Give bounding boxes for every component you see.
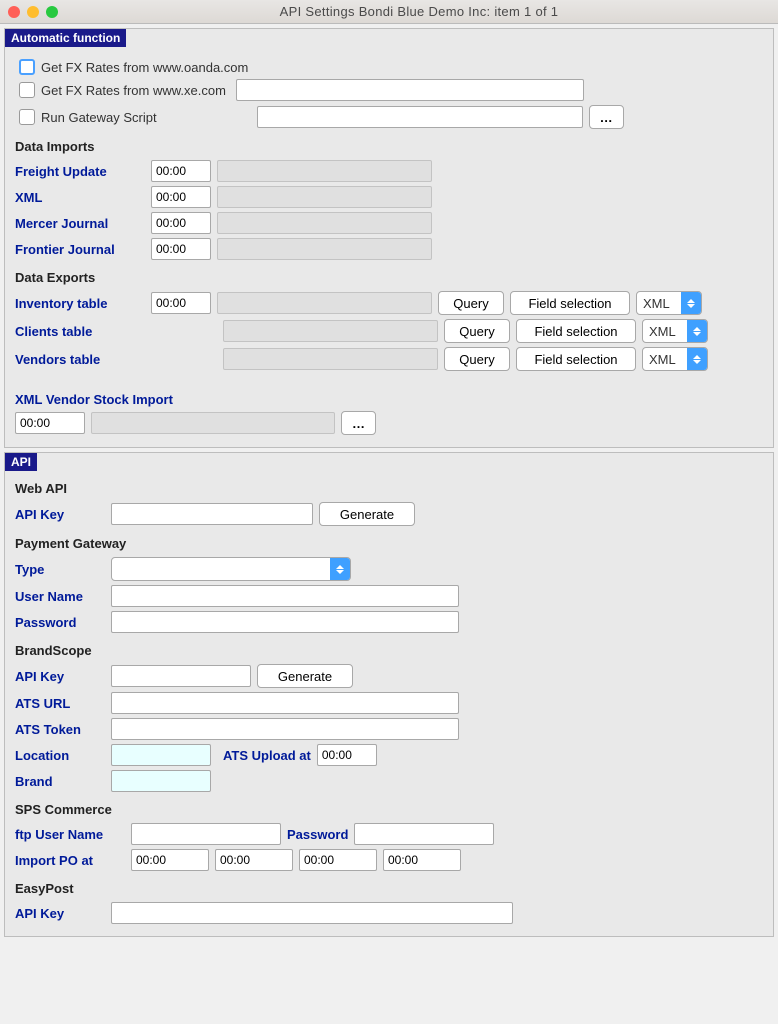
data-exports-title: Data Exports bbox=[15, 270, 763, 285]
xe-input[interactable] bbox=[236, 79, 584, 101]
api-header: API bbox=[5, 453, 37, 471]
sps-t4[interactable] bbox=[383, 849, 461, 871]
freight-label: Freight Update bbox=[15, 164, 145, 179]
chevron-updown-icon bbox=[330, 558, 350, 580]
clients-query-button[interactable]: Query bbox=[444, 319, 510, 343]
payment-title: Payment Gateway bbox=[15, 536, 763, 551]
bs-location-label: Location bbox=[15, 748, 105, 763]
checkbox-gateway-label: Run Gateway Script bbox=[41, 110, 157, 125]
close-icon[interactable] bbox=[8, 6, 20, 18]
clients-readonly bbox=[223, 320, 438, 342]
brandscope-title: BrandScope bbox=[15, 643, 763, 658]
checkbox-xe-label: Get FX Rates from www.xe.com bbox=[41, 83, 226, 98]
xml-vendor-label: XML Vendor Stock Import bbox=[15, 392, 763, 407]
window-controls bbox=[8, 6, 58, 18]
clients-format-value: XML bbox=[649, 324, 676, 339]
chevron-updown-icon bbox=[687, 348, 707, 370]
sps-ftp-user-input[interactable] bbox=[131, 823, 281, 845]
inventory-query-button[interactable]: Query bbox=[438, 291, 504, 315]
chevron-updown-icon bbox=[687, 320, 707, 342]
checkbox-xe[interactable] bbox=[19, 82, 35, 98]
titlebar: API Settings Bondi Blue Demo Inc: item 1… bbox=[0, 0, 778, 24]
payment-type-label: Type bbox=[15, 562, 105, 577]
payment-type-select[interactable] bbox=[111, 557, 351, 581]
chevron-updown-icon bbox=[681, 292, 701, 314]
clients-label: Clients table bbox=[15, 324, 145, 339]
gateway-ellipsis-button[interactable]: … bbox=[589, 105, 624, 129]
xml-vendor-readonly bbox=[91, 412, 335, 434]
data-imports-title: Data Imports bbox=[15, 139, 763, 154]
web-api-generate-button[interactable]: Generate bbox=[319, 502, 415, 526]
sps-t2[interactable] bbox=[215, 849, 293, 871]
vendors-format-select[interactable]: XML bbox=[642, 347, 708, 371]
bs-brand-input[interactable] bbox=[111, 770, 211, 792]
bs-brand-label: Brand bbox=[15, 774, 105, 789]
vendors-format-value: XML bbox=[649, 352, 676, 367]
payment-user-label: User Name bbox=[15, 589, 105, 604]
payment-user-input[interactable] bbox=[111, 585, 459, 607]
vendors-label: Vendors table bbox=[15, 352, 145, 367]
frontier-time[interactable] bbox=[151, 238, 211, 260]
easypost-title: EasyPost bbox=[15, 881, 763, 896]
api-panel: API Web API API Key Generate Payment Gat… bbox=[4, 452, 774, 937]
frontier-readonly bbox=[217, 238, 432, 260]
xml-readonly bbox=[217, 186, 432, 208]
clients-field-selection-button[interactable]: Field selection bbox=[516, 319, 636, 343]
bs-ats-url-label: ATS URL bbox=[15, 696, 105, 711]
inventory-format-select[interactable]: XML bbox=[636, 291, 702, 315]
freight-readonly bbox=[217, 160, 432, 182]
freight-time[interactable] bbox=[151, 160, 211, 182]
inventory-readonly bbox=[217, 292, 432, 314]
bs-location-input[interactable] bbox=[111, 744, 211, 766]
inventory-time[interactable] bbox=[151, 292, 211, 314]
ep-api-key-label: API Key bbox=[15, 906, 105, 921]
checkbox-oanda-label: Get FX Rates from www.oanda.com bbox=[41, 60, 248, 75]
maximize-icon[interactable] bbox=[46, 6, 58, 18]
web-api-key-label: API Key bbox=[15, 507, 105, 522]
vendors-query-button[interactable]: Query bbox=[444, 347, 510, 371]
automatic-function-panel: Automatic function Get FX Rates from www… bbox=[4, 28, 774, 448]
vendors-field-selection-button[interactable]: Field selection bbox=[516, 347, 636, 371]
bs-generate-button[interactable]: Generate bbox=[257, 664, 353, 688]
minimize-icon[interactable] bbox=[27, 6, 39, 18]
clients-format-select[interactable]: XML bbox=[642, 319, 708, 343]
mercer-readonly bbox=[217, 212, 432, 234]
bs-api-key-label: API Key bbox=[15, 669, 105, 684]
web-api-title: Web API bbox=[15, 481, 763, 496]
payment-password-input[interactable] bbox=[111, 611, 459, 633]
automatic-function-header: Automatic function bbox=[5, 29, 126, 47]
xml-label: XML bbox=[15, 190, 145, 205]
xml-vendor-time[interactable] bbox=[15, 412, 85, 434]
web-api-key-input[interactable] bbox=[111, 503, 313, 525]
gateway-input[interactable] bbox=[257, 106, 583, 128]
ep-api-key-input[interactable] bbox=[111, 902, 513, 924]
checkbox-oanda[interactable] bbox=[19, 59, 35, 75]
bs-ats-url-input[interactable] bbox=[111, 692, 459, 714]
bs-api-key-input[interactable] bbox=[111, 665, 251, 687]
inventory-field-selection-button[interactable]: Field selection bbox=[510, 291, 630, 315]
sps-t3[interactable] bbox=[299, 849, 377, 871]
sps-ftp-user-label: ftp User Name bbox=[15, 827, 125, 842]
mercer-label: Mercer Journal bbox=[15, 216, 145, 231]
inventory-format-value: XML bbox=[643, 296, 670, 311]
sps-password-label: Password bbox=[287, 827, 348, 842]
sps-password-input[interactable] bbox=[354, 823, 494, 845]
bs-ats-upload-label: ATS Upload at bbox=[223, 748, 311, 763]
inventory-label: Inventory table bbox=[15, 296, 145, 311]
bs-ats-token-input[interactable] bbox=[111, 718, 459, 740]
payment-password-label: Password bbox=[15, 615, 105, 630]
xml-time[interactable] bbox=[151, 186, 211, 208]
checkbox-gateway[interactable] bbox=[19, 109, 35, 125]
frontier-label: Frontier Journal bbox=[15, 242, 145, 257]
bs-ats-time[interactable] bbox=[317, 744, 377, 766]
bs-ats-token-label: ATS Token bbox=[15, 722, 105, 737]
sps-import-po-label: Import PO at bbox=[15, 853, 125, 868]
xml-vendor-ellipsis-button[interactable]: … bbox=[341, 411, 376, 435]
sps-title: SPS Commerce bbox=[15, 802, 763, 817]
window-title: API Settings Bondi Blue Demo Inc: item 1… bbox=[68, 4, 770, 19]
sps-t1[interactable] bbox=[131, 849, 209, 871]
mercer-time[interactable] bbox=[151, 212, 211, 234]
vendors-readonly bbox=[223, 348, 438, 370]
